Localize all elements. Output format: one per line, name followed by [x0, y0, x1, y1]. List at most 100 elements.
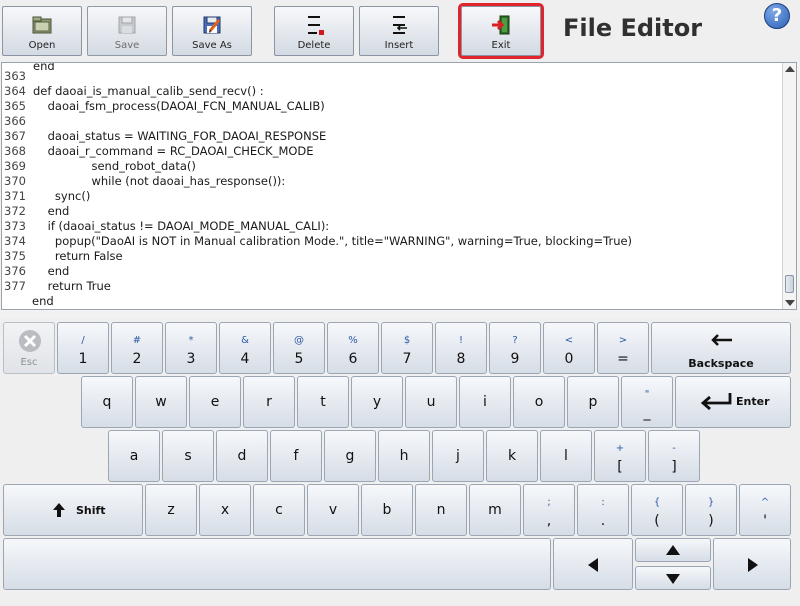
editor-scrollbar[interactable]	[782, 63, 796, 309]
key-7[interactable]: $7	[381, 322, 433, 374]
shift-key[interactable]: Shift	[3, 484, 143, 536]
key-6[interactable]: % 6	[327, 322, 379, 374]
key-l[interactable]: l	[540, 430, 592, 482]
code-line: return True	[33, 279, 111, 293]
key-a[interactable]: a	[108, 430, 160, 482]
key-punct-2[interactable]: {(	[631, 484, 683, 536]
code-line: while (not daoai_has_response()):	[33, 174, 286, 188]
key-primary-label: 9	[510, 351, 520, 367]
key-primary-label: 2	[132, 351, 142, 367]
save-as-button[interactable]: Save As	[172, 6, 252, 56]
arrow-up-key[interactable]	[635, 538, 711, 562]
key-p[interactable]: p	[567, 376, 619, 428]
backspace-arrow-icon	[711, 334, 732, 346]
key-punct-0[interactable]: ;,	[523, 484, 575, 536]
key-10[interactable]: <0	[543, 322, 595, 374]
key-secondary-label: "	[644, 389, 650, 400]
key-underscore[interactable]: " _	[621, 376, 673, 428]
exit-button[interactable]: Exit	[458, 3, 544, 59]
key-d[interactable]: d	[216, 430, 268, 482]
backspace-key[interactable]: Backspace	[651, 322, 791, 374]
code-line: end	[32, 294, 54, 308]
shift-label: Shift	[76, 504, 106, 517]
key-4[interactable]: & 4	[219, 322, 271, 374]
key-n[interactable]: n	[415, 484, 467, 536]
floppy-disk-icon	[118, 16, 136, 34]
delete-label: Delete	[297, 40, 331, 51]
key-c[interactable]: c	[253, 484, 305, 536]
line-number: 377	[4, 279, 26, 293]
key-o[interactable]: o	[513, 376, 565, 428]
escape-key[interactable]: Esc	[3, 322, 55, 374]
key-primary-label: (	[654, 513, 660, 529]
save-as-icon	[203, 16, 221, 34]
key-secondary-label: *	[188, 335, 194, 346]
key-punct-4[interactable]: ^ '	[739, 484, 791, 536]
code-editor[interactable]: 363 364 365 366 367 368 369 370 371 372 373 374 375 3…	[1, 62, 797, 310]
key-x[interactable]: x	[199, 484, 251, 536]
space-key[interactable]	[3, 538, 551, 590]
key-b[interactable]: b	[361, 484, 413, 536]
code-line: daoai_status = WAITING_FOR_DAOAI_RESPONS…	[33, 129, 327, 143]
key-z[interactable]: z	[145, 484, 197, 536]
key-2[interactable]: #2	[111, 322, 163, 374]
key-i[interactable]: i	[459, 376, 511, 428]
code-line: end	[33, 204, 70, 218]
key-label: a	[129, 448, 139, 464]
key-y[interactable]: y	[351, 376, 403, 428]
help-icon: ?	[771, 5, 783, 26]
key-primary-label: 3	[186, 351, 196, 367]
backspace-label: Backspace	[688, 357, 754, 370]
key-label: y	[372, 394, 382, 410]
key-r[interactable]: r	[243, 376, 295, 428]
key-punct-3[interactable]: })	[685, 484, 737, 536]
arrow-down-icon	[666, 574, 680, 584]
shift-arrow-icon	[53, 503, 65, 517]
key-8[interactable]: ! 8	[435, 322, 487, 374]
page-title: File Editor	[563, 14, 703, 42]
key-f[interactable]: f	[270, 430, 322, 482]
key-primary-label: )	[708, 513, 714, 529]
enter-key[interactable]: Enter	[675, 376, 791, 428]
arrow-right-key[interactable]	[713, 538, 791, 590]
key-primary-label: 5	[294, 351, 304, 367]
key-5[interactable]: @5	[273, 322, 325, 374]
save-button[interactable]: Save	[87, 6, 167, 56]
key-g[interactable]: g	[324, 430, 376, 482]
key-bracket-0[interactable]: +[	[594, 430, 646, 482]
scroll-down-icon[interactable]	[785, 300, 795, 306]
key-h[interactable]: h	[378, 430, 430, 482]
arrow-right-icon	[748, 558, 758, 572]
key-bracket-1[interactable]: -]	[648, 430, 700, 482]
key-q[interactable]: q	[81, 376, 133, 428]
code-line: popup("DaoAI is NOT in Manual calibratio…	[33, 234, 633, 248]
key-m[interactable]: m	[469, 484, 521, 536]
key-s[interactable]: s	[162, 430, 214, 482]
line-number: 371	[4, 189, 26, 203]
help-button[interactable]: ?	[764, 3, 790, 29]
line-number: 372	[4, 204, 26, 218]
key-u[interactable]: u	[405, 376, 457, 428]
key-1[interactable]: /1	[57, 322, 109, 374]
key-v[interactable]: v	[307, 484, 359, 536]
key-primary-label: 4	[240, 351, 250, 367]
key-label: q	[102, 394, 112, 410]
key-3[interactable]: * 3	[165, 322, 217, 374]
delete-line-icon	[308, 16, 324, 35]
scroll-up-icon[interactable]	[785, 66, 795, 72]
key-punct-1[interactable]: :.	[577, 484, 629, 536]
key-w[interactable]: w	[135, 376, 187, 428]
arrow-down-key[interactable]	[635, 566, 711, 590]
key-t[interactable]: t	[297, 376, 349, 428]
key-j[interactable]: j	[432, 430, 484, 482]
key-e[interactable]: e	[189, 376, 241, 428]
arrow-left-key[interactable]	[553, 538, 633, 590]
delete-button[interactable]: Delete	[274, 6, 354, 56]
key-k[interactable]: k	[486, 430, 538, 482]
key-secondary-label: +	[615, 443, 625, 454]
open-button[interactable]: Open	[2, 6, 82, 56]
insert-button[interactable]: Insert	[359, 6, 439, 56]
key-9[interactable]: ? 9	[489, 322, 541, 374]
key-11[interactable]: > =	[597, 322, 649, 374]
scroll-thumb[interactable]	[785, 275, 794, 293]
